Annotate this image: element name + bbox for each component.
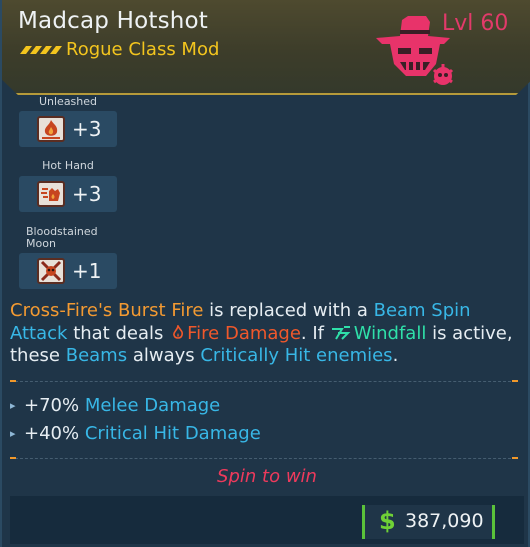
dollar-icon: $ xyxy=(379,507,396,535)
skill-bloodstained-moon[interactable]: +1 xyxy=(19,253,117,289)
item-type: Rogue Class Mod xyxy=(66,39,220,60)
divider-tick xyxy=(512,380,518,382)
price-box: $ 387,090 xyxy=(362,505,495,539)
skill-label-unleashed: Unleashed xyxy=(38,95,98,108)
desc-keyword-skill: Cross-Fire's Burst Fire xyxy=(10,300,204,321)
desc-text: is replaced with a xyxy=(203,300,374,321)
stat-name: Critical Hit Damage xyxy=(84,423,261,444)
desc-text: always xyxy=(127,345,201,366)
flame-burst-icon xyxy=(37,116,65,142)
bullet-icon: ▸ xyxy=(10,399,16,412)
skill-value: +1 xyxy=(72,259,102,283)
stat-value: +40% xyxy=(24,423,80,444)
windfall-icon xyxy=(331,325,351,340)
desc-text: . xyxy=(392,345,399,366)
skill-label-hot-hand: Hot Hand xyxy=(42,159,94,172)
rarity-chevrons-icon xyxy=(20,46,62,54)
item-name: Madcap Hotshot xyxy=(18,8,209,34)
divider-tick xyxy=(512,457,518,459)
skill-unleashed[interactable]: +3 xyxy=(19,111,117,147)
desc-text: that deals xyxy=(67,322,170,344)
divider xyxy=(10,458,516,460)
stat-value: +70% xyxy=(24,395,80,416)
divider-tick xyxy=(10,457,16,459)
price-amount: 387,090 xyxy=(405,510,484,532)
bullet-icon: ▸ xyxy=(10,427,16,440)
item-card: Madcap Hotshot Rogue Class Mod Lvl 60 Un… xyxy=(0,0,530,547)
crossed-blades-skull-icon xyxy=(37,258,65,284)
skill-value: +3 xyxy=(72,182,102,206)
divider-tick xyxy=(10,380,16,382)
desc-keyword-windfall: Windfall xyxy=(353,322,427,344)
stat-line-melee: ▸ +70% Melee Damage xyxy=(10,395,220,416)
flaming-hand-icon xyxy=(37,181,65,207)
skill-value: +3 xyxy=(72,117,102,141)
item-level: Lvl 60 xyxy=(442,11,509,36)
divider xyxy=(10,381,516,383)
desc-keyword-critically-hit: Critically Hit enemies xyxy=(200,345,393,366)
skill-hot-hand[interactable]: +3 xyxy=(19,176,117,212)
desc-keyword-beams: Beams xyxy=(65,345,128,366)
item-description: Cross-Fire's Burst Fire is replaced with… xyxy=(10,300,525,368)
fire-damage-icon xyxy=(173,323,184,339)
stat-name: Melee Damage xyxy=(84,395,221,416)
stat-line-crit: ▸ +40% Critical Hit Damage xyxy=(10,423,261,444)
desc-text: . If xyxy=(300,322,330,344)
desc-keyword-fire-damage: Fire Damage xyxy=(187,322,301,344)
flavor-text: Spin to win xyxy=(217,466,317,487)
skill-label-bloodstained-moon: Bloodstained Moon xyxy=(26,225,98,250)
